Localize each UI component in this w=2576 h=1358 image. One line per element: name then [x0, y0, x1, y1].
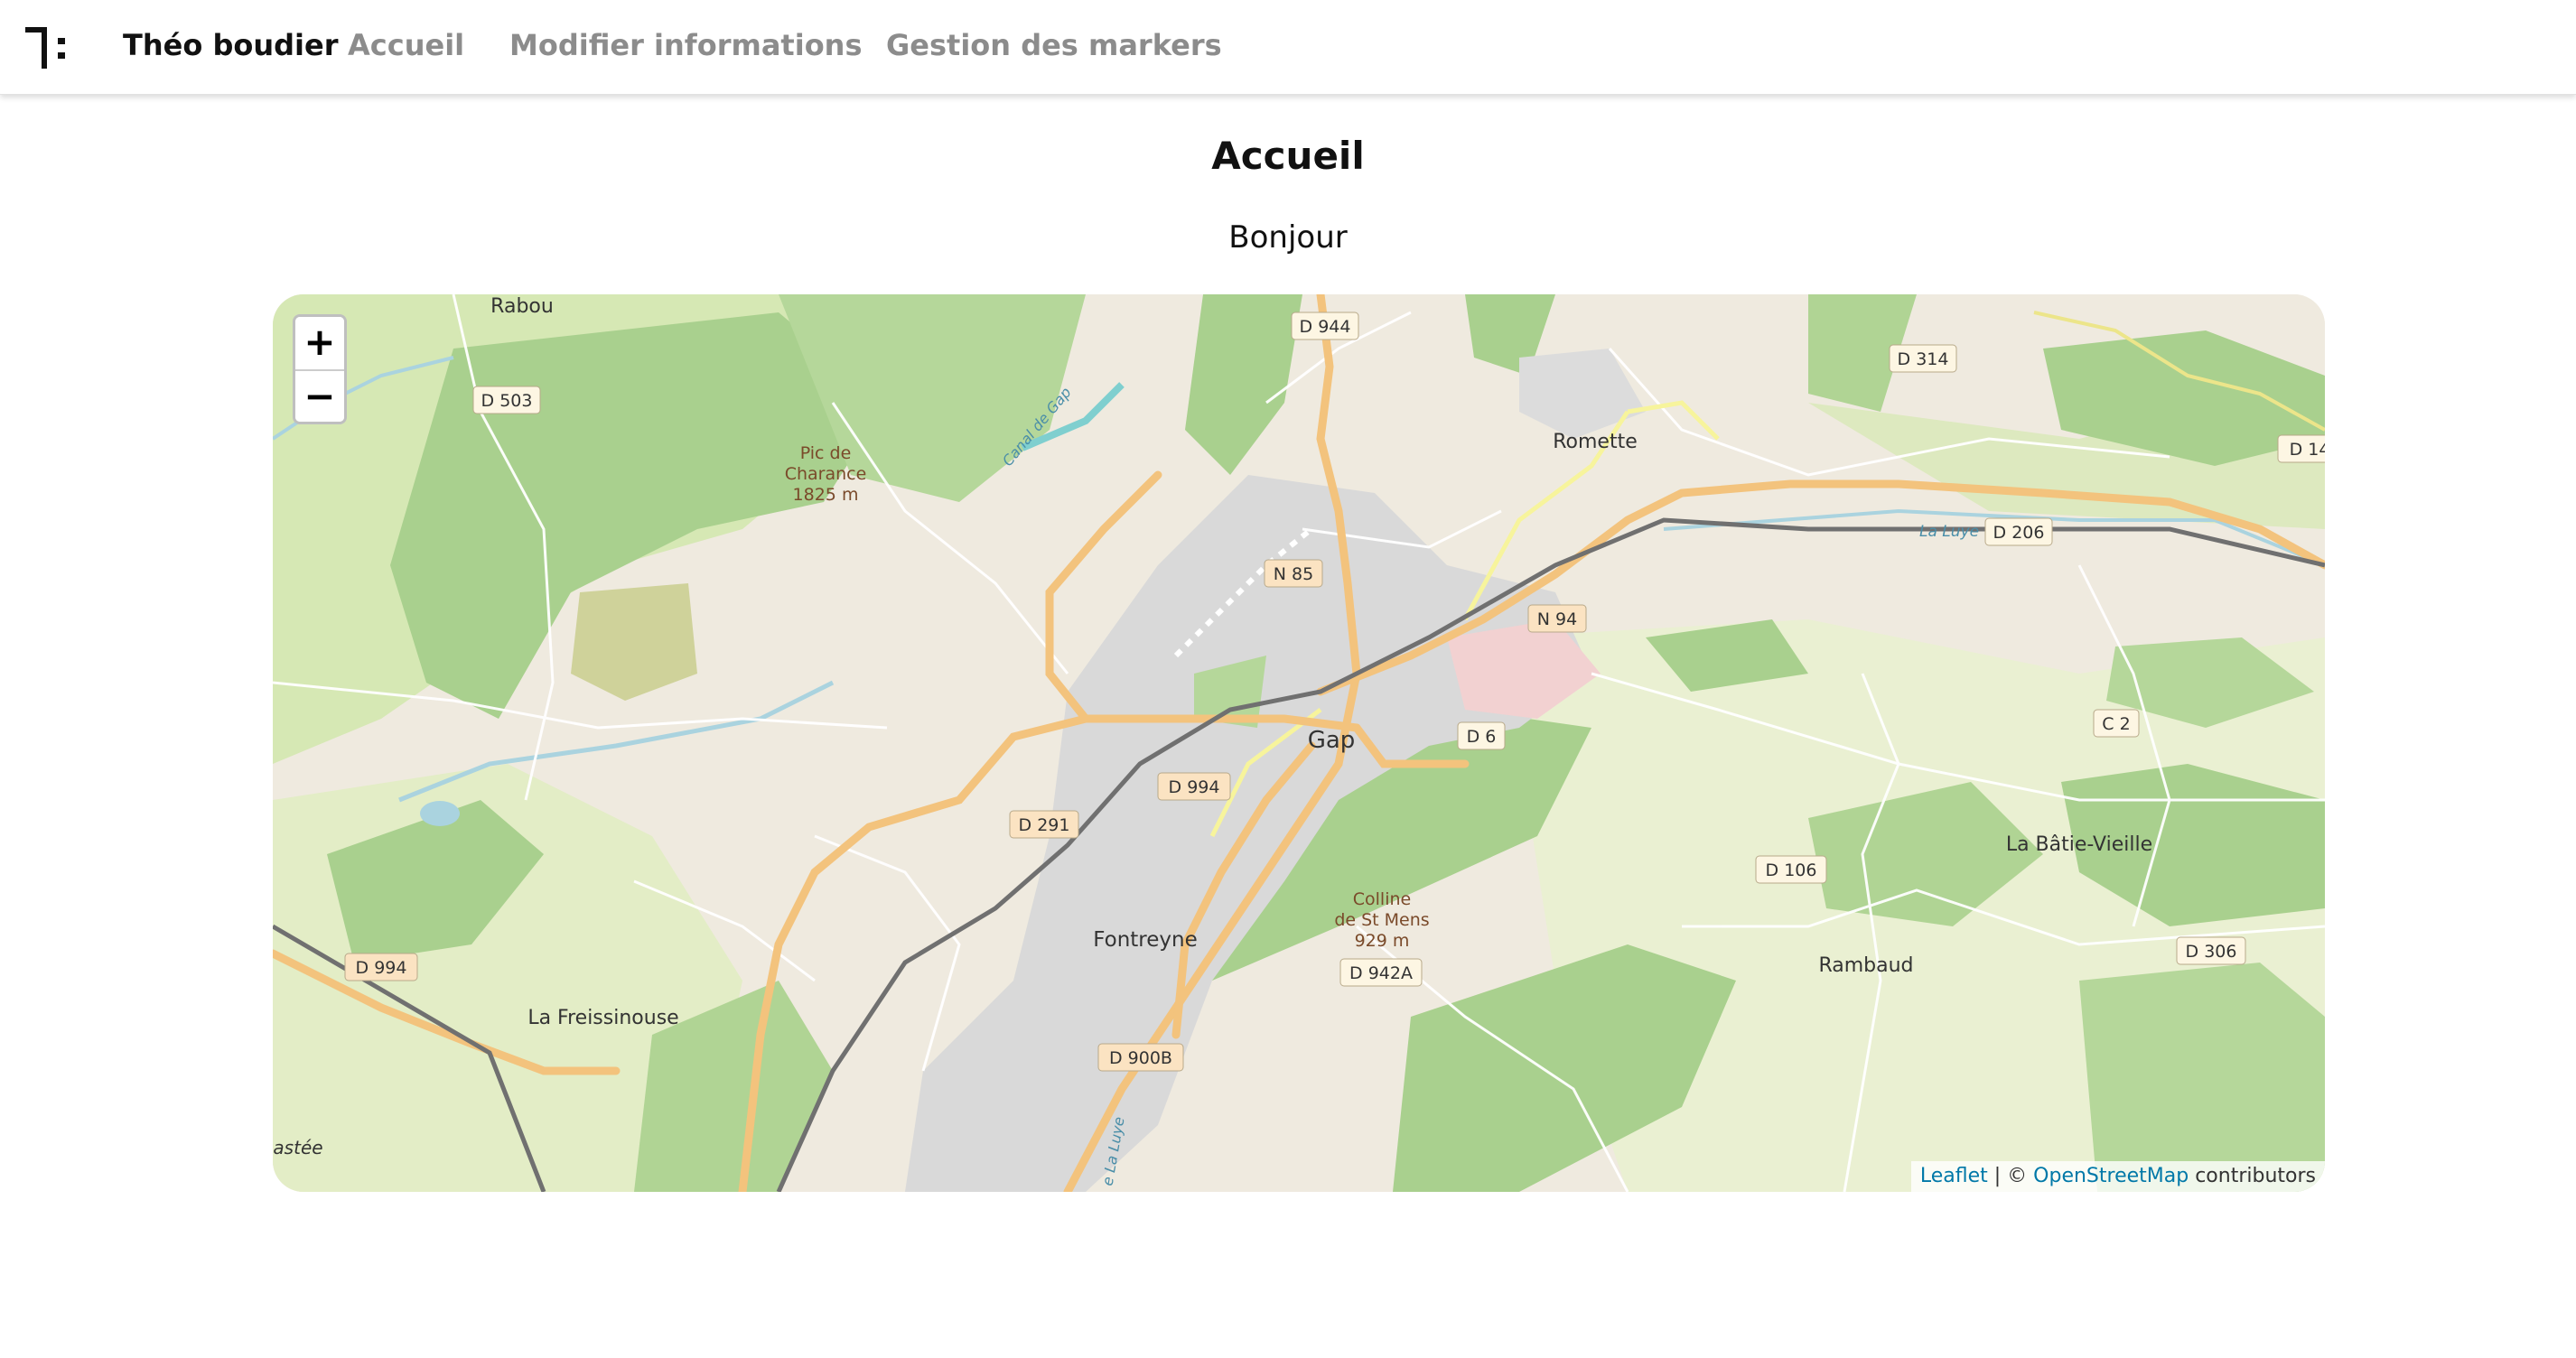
svg-text:1825 m: 1825 m — [793, 485, 859, 505]
greeting-text: Bonjour — [1228, 219, 1348, 256]
attribution-separator: | © — [1987, 1165, 2034, 1187]
svg-text:D 314: D 314 — [1898, 349, 1949, 369]
place-rambaud: Rambaud — [1818, 954, 1913, 977]
road-label-n94: N 94 — [1527, 604, 1587, 633]
svg-text:D 206: D 206 — [1993, 523, 2045, 543]
nav-link-modifier-informations[interactable]: Modifier informations — [509, 27, 863, 63]
svg-text:Pic de: Pic de — [800, 443, 852, 463]
map-container[interactable]: D 503 D 944 D 314 D 14 D 206 N 85 N 94 D… — [273, 294, 2325, 1192]
road-label-d900b: D 900B — [1097, 1043, 1184, 1072]
road-label-n85: N 85 — [1264, 559, 1323, 588]
svg-text:D 291: D 291 — [1019, 815, 1070, 835]
openstreetmap-link[interactable]: OpenStreetMap — [2033, 1165, 2189, 1187]
svg-text:N 94: N 94 — [1537, 609, 1577, 629]
road-label-d994-west: D 994 — [344, 953, 418, 981]
svg-text:D 6: D 6 — [1467, 727, 1497, 747]
place-rabou: Rabou — [490, 295, 554, 318]
road-label-d306: D 306 — [2176, 936, 2246, 965]
svg-text:D 942A: D 942A — [1349, 963, 1413, 983]
zoom-control: + − — [293, 314, 347, 424]
road-label-d106: D 106 — [1755, 855, 1827, 884]
map-attribution: Leaflet | © OpenStreetMap contributors — [1910, 1161, 2325, 1192]
road-label-d206: D 206 — [1984, 517, 2053, 546]
svg-text:D 944: D 944 — [1300, 317, 1351, 337]
road-label-d291: D 291 — [1009, 810, 1079, 839]
svg-text:D 306: D 306 — [2186, 942, 2237, 962]
brand-link[interactable]: Théo boudier — [123, 27, 338, 63]
svg-text:929 m: 929 m — [1355, 931, 1410, 951]
place-la-freissinouse: La Freissinouse — [527, 1007, 678, 1029]
road-label-d994-center: D 994 — [1157, 772, 1231, 801]
nav-link-accueil[interactable]: Accueil — [348, 27, 464, 63]
place-la-batie-vieille: La Bâtie-Vieille — [2006, 833, 2152, 856]
navbar: Théo boudier Accueil Modifier informatio… — [0, 0, 2576, 95]
label-la-luye: La Luye — [1919, 523, 1979, 541]
svg-text:de St Mens: de St Mens — [1334, 910, 1429, 930]
road-label-d503: D 503 — [472, 386, 541, 414]
map-tiles[interactable]: D 503 D 944 D 314 D 14 D 206 N 85 N 94 D… — [273, 294, 2325, 1192]
svg-text:D 994: D 994 — [356, 958, 407, 978]
place-fontreyne: Fontreyne — [1093, 928, 1198, 952]
zoom-out-button[interactable]: − — [295, 369, 344, 422]
place-gap: Gap — [1308, 727, 1356, 754]
road-label-d942a: D 942A — [1339, 958, 1423, 987]
road-label-d6: D 6 — [1457, 721, 1506, 750]
svg-text:C 2: C 2 — [2102, 714, 2130, 734]
road-label-d14: D 14 — [2277, 434, 2325, 463]
svg-text:D 503: D 503 — [481, 391, 533, 411]
road-label-d944: D 944 — [1291, 312, 1359, 340]
page-title: Accueil — [1211, 134, 1365, 178]
svg-text:D 106: D 106 — [1766, 860, 1817, 880]
place-astee: astée — [273, 1137, 322, 1158]
place-romette: Romette — [1553, 431, 1638, 453]
logo-icon[interactable] — [25, 27, 74, 69]
svg-text:Colline: Colline — [1353, 889, 1411, 909]
road-label-d314: D 314 — [1889, 344, 1957, 373]
road-label-c2: C 2 — [2093, 709, 2140, 738]
svg-text:D 14: D 14 — [2290, 440, 2325, 460]
leaflet-link[interactable]: Leaflet — [1920, 1165, 1988, 1187]
svg-text:N 85: N 85 — [1274, 564, 1313, 584]
nav-link-gestion-des-markers[interactable]: Gestion des markers — [886, 27, 1222, 63]
svg-text:Charance: Charance — [785, 464, 867, 484]
zoom-in-button[interactable]: + — [295, 317, 344, 369]
svg-text:D 994: D 994 — [1169, 777, 1220, 797]
svg-text:D 900B: D 900B — [1109, 1048, 1172, 1068]
attribution-suffix: contributors — [2189, 1165, 2316, 1187]
